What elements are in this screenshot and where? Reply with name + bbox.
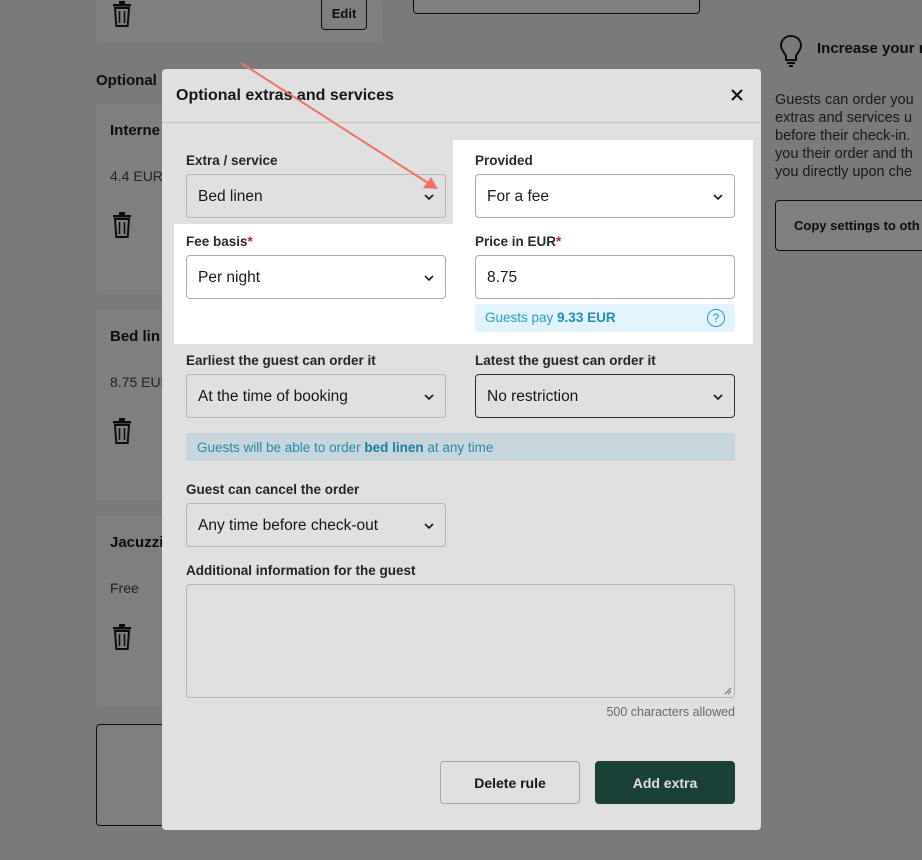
price-value: 8.75 <box>487 269 518 286</box>
price-input[interactable]: 8.75 <box>475 255 735 299</box>
modal-title: Optional extras and services <box>176 87 394 104</box>
chevron-down-icon <box>424 523 434 530</box>
chevron-down-icon <box>713 394 723 401</box>
chevron-down-icon <box>713 194 723 201</box>
earliest-order-label: Earliest the guest can order it <box>186 353 376 368</box>
extra-service-label: Extra / service <box>186 153 278 168</box>
provided-value: For a fee <box>487 188 550 205</box>
earliest-order-select[interactable]: At the time of booking <box>186 374 446 418</box>
add-extra-button[interactable]: Add extra <box>595 761 735 804</box>
fee-basis-select[interactable]: Per night <box>186 255 446 299</box>
extra-service-select[interactable]: Bed linen <box>186 174 446 218</box>
cancel-order-value: Any time before check-out <box>198 517 379 534</box>
additional-info-label: Additional information for the guest <box>186 563 416 578</box>
availability-note-prefix: Guests will be able to order <box>197 440 365 455</box>
additional-info-textarea[interactable] <box>186 584 735 698</box>
chevron-down-icon <box>424 394 434 401</box>
earliest-order-value: At the time of booking <box>198 388 348 405</box>
modal-header: Optional extras and services <box>162 69 761 123</box>
availability-note-suffix: at any time <box>423 440 494 455</box>
resize-handle-icon[interactable] <box>724 687 732 695</box>
guests-pay-note: Guests pay 9.33 EUR ? <box>475 304 735 332</box>
required-mark: * <box>247 234 253 249</box>
fee-basis-label-text: Fee basis <box>186 234 248 249</box>
provided-select[interactable]: For a fee <box>475 174 735 218</box>
guests-pay-prefix: Guests pay <box>485 310 558 325</box>
price-label-text: Price in EUR <box>475 234 557 249</box>
latest-order-select[interactable]: No restriction <box>475 374 735 418</box>
availability-note: Guests will be able to order bed linen a… <box>186 433 735 461</box>
fee-basis-label: Fee basis* <box>186 234 253 249</box>
chevron-down-icon <box>424 275 434 282</box>
required-mark: * <box>556 234 562 249</box>
price-label: Price in EUR* <box>475 234 561 249</box>
latest-order-value: No restriction <box>487 388 579 405</box>
latest-order-label: Latest the guest can order it <box>475 353 656 368</box>
cancel-order-select[interactable]: Any time before check-out <box>186 503 446 547</box>
guests-pay-amount: 9.33 EUR <box>557 310 616 325</box>
fee-basis-value: Per night <box>198 269 261 286</box>
character-limit-hint: 500 characters allowed <box>606 705 735 719</box>
help-icon[interactable]: ? <box>707 309 725 327</box>
availability-note-item: bed linen <box>364 440 424 455</box>
provided-label: Provided <box>475 153 533 168</box>
close-icon[interactable] <box>727 85 747 105</box>
delete-rule-button[interactable]: Delete rule <box>440 761 580 804</box>
chevron-down-icon <box>424 194 434 201</box>
extra-service-value: Bed linen <box>198 188 263 205</box>
extras-modal: Optional extras and services Extra / ser… <box>162 69 761 830</box>
cancel-order-label: Guest can cancel the order <box>186 482 360 497</box>
